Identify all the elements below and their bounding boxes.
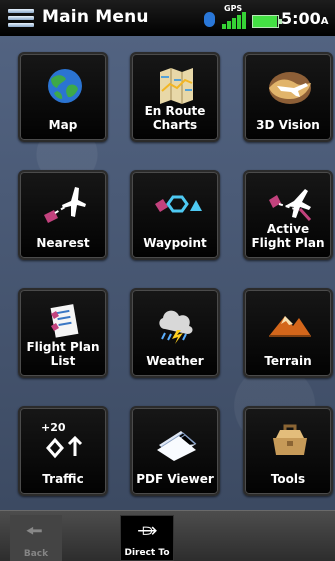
nearest-airplane-icon: [44, 187, 86, 223]
back-button[interactable]: Back: [10, 515, 62, 561]
globe-icon: [48, 69, 82, 103]
terrain-label: Terrain: [264, 354, 312, 368]
bluetooth-icon: [204, 12, 215, 27]
menu-icon: [8, 9, 34, 29]
back-arrow-icon: [26, 526, 42, 535]
back-label: Back: [23, 549, 49, 559]
direct-to-label: Direct To: [124, 548, 170, 558]
flight-plan-list-label: Flight Plan List: [26, 340, 100, 368]
nearest-button[interactable]: Nearest: [18, 170, 108, 260]
main-menu-grid: Map En Route Charts 3D Vision Nearest Wa…: [0, 36, 335, 510]
active-flight-plan-button[interactable]: Active Flight Plan: [243, 170, 333, 260]
traffic-diamond-icon: [46, 435, 83, 459]
waypoint-symbols-icon: [155, 195, 202, 213]
traffic-button[interactable]: +20 Traffic: [18, 406, 108, 496]
document-stack-icon: [157, 431, 197, 461]
en-route-charts-label: En Route Charts: [144, 104, 206, 132]
tools-button[interactable]: Tools: [243, 406, 333, 496]
gps-bars: [222, 12, 246, 29]
active-flight-plan-label: Active Flight Plan: [251, 222, 325, 250]
weather-label: Weather: [146, 354, 204, 368]
direct-to-button[interactable]: Direct To: [120, 515, 174, 561]
tools-label: Tools: [270, 472, 306, 486]
storm-cloud-icon: [159, 310, 193, 344]
status-bar: Main Menu GPS 5:00A: [0, 0, 335, 36]
waypoint-label: Waypoint: [143, 236, 207, 250]
flight-plan-route-icon: [269, 189, 312, 222]
traffic-label: Traffic: [42, 472, 84, 486]
weather-button[interactable]: Weather: [130, 288, 220, 378]
waypoint-button[interactable]: Waypoint: [130, 170, 220, 260]
mountain-icon: [269, 316, 311, 337]
battery-fill: [253, 16, 277, 27]
aircraft-terrain-icon: [269, 72, 311, 104]
direct-to-icon: [138, 526, 157, 535]
traffic-icon: +20: [40, 420, 90, 462]
3d-vision-label: 3D Vision: [256, 118, 320, 132]
en-route-charts-button[interactable]: En Route Charts: [130, 52, 220, 142]
toolbox-icon: [273, 424, 307, 455]
clock: 5:00A: [281, 9, 329, 28]
map-label: Map: [48, 118, 78, 132]
map-button[interactable]: Map: [18, 52, 108, 142]
gps-signal-icon: GPS: [222, 4, 248, 29]
page-title: Main Menu: [42, 7, 149, 27]
3d-vision-button[interactable]: 3D Vision: [243, 52, 333, 142]
battery-icon: [252, 15, 282, 28]
bottom-bar: Back Direct To: [0, 510, 335, 561]
nearest-label: Nearest: [36, 236, 90, 250]
flight-plan-list-button[interactable]: Flight Plan List: [18, 288, 108, 378]
folded-map-icon: [160, 68, 193, 104]
flight-plan-list-icon: [50, 304, 79, 338]
pdf-viewer-button[interactable]: PDF Viewer: [130, 406, 220, 496]
pdf-viewer-label: PDF Viewer: [136, 472, 214, 486]
terrain-button[interactable]: Terrain: [243, 288, 333, 378]
